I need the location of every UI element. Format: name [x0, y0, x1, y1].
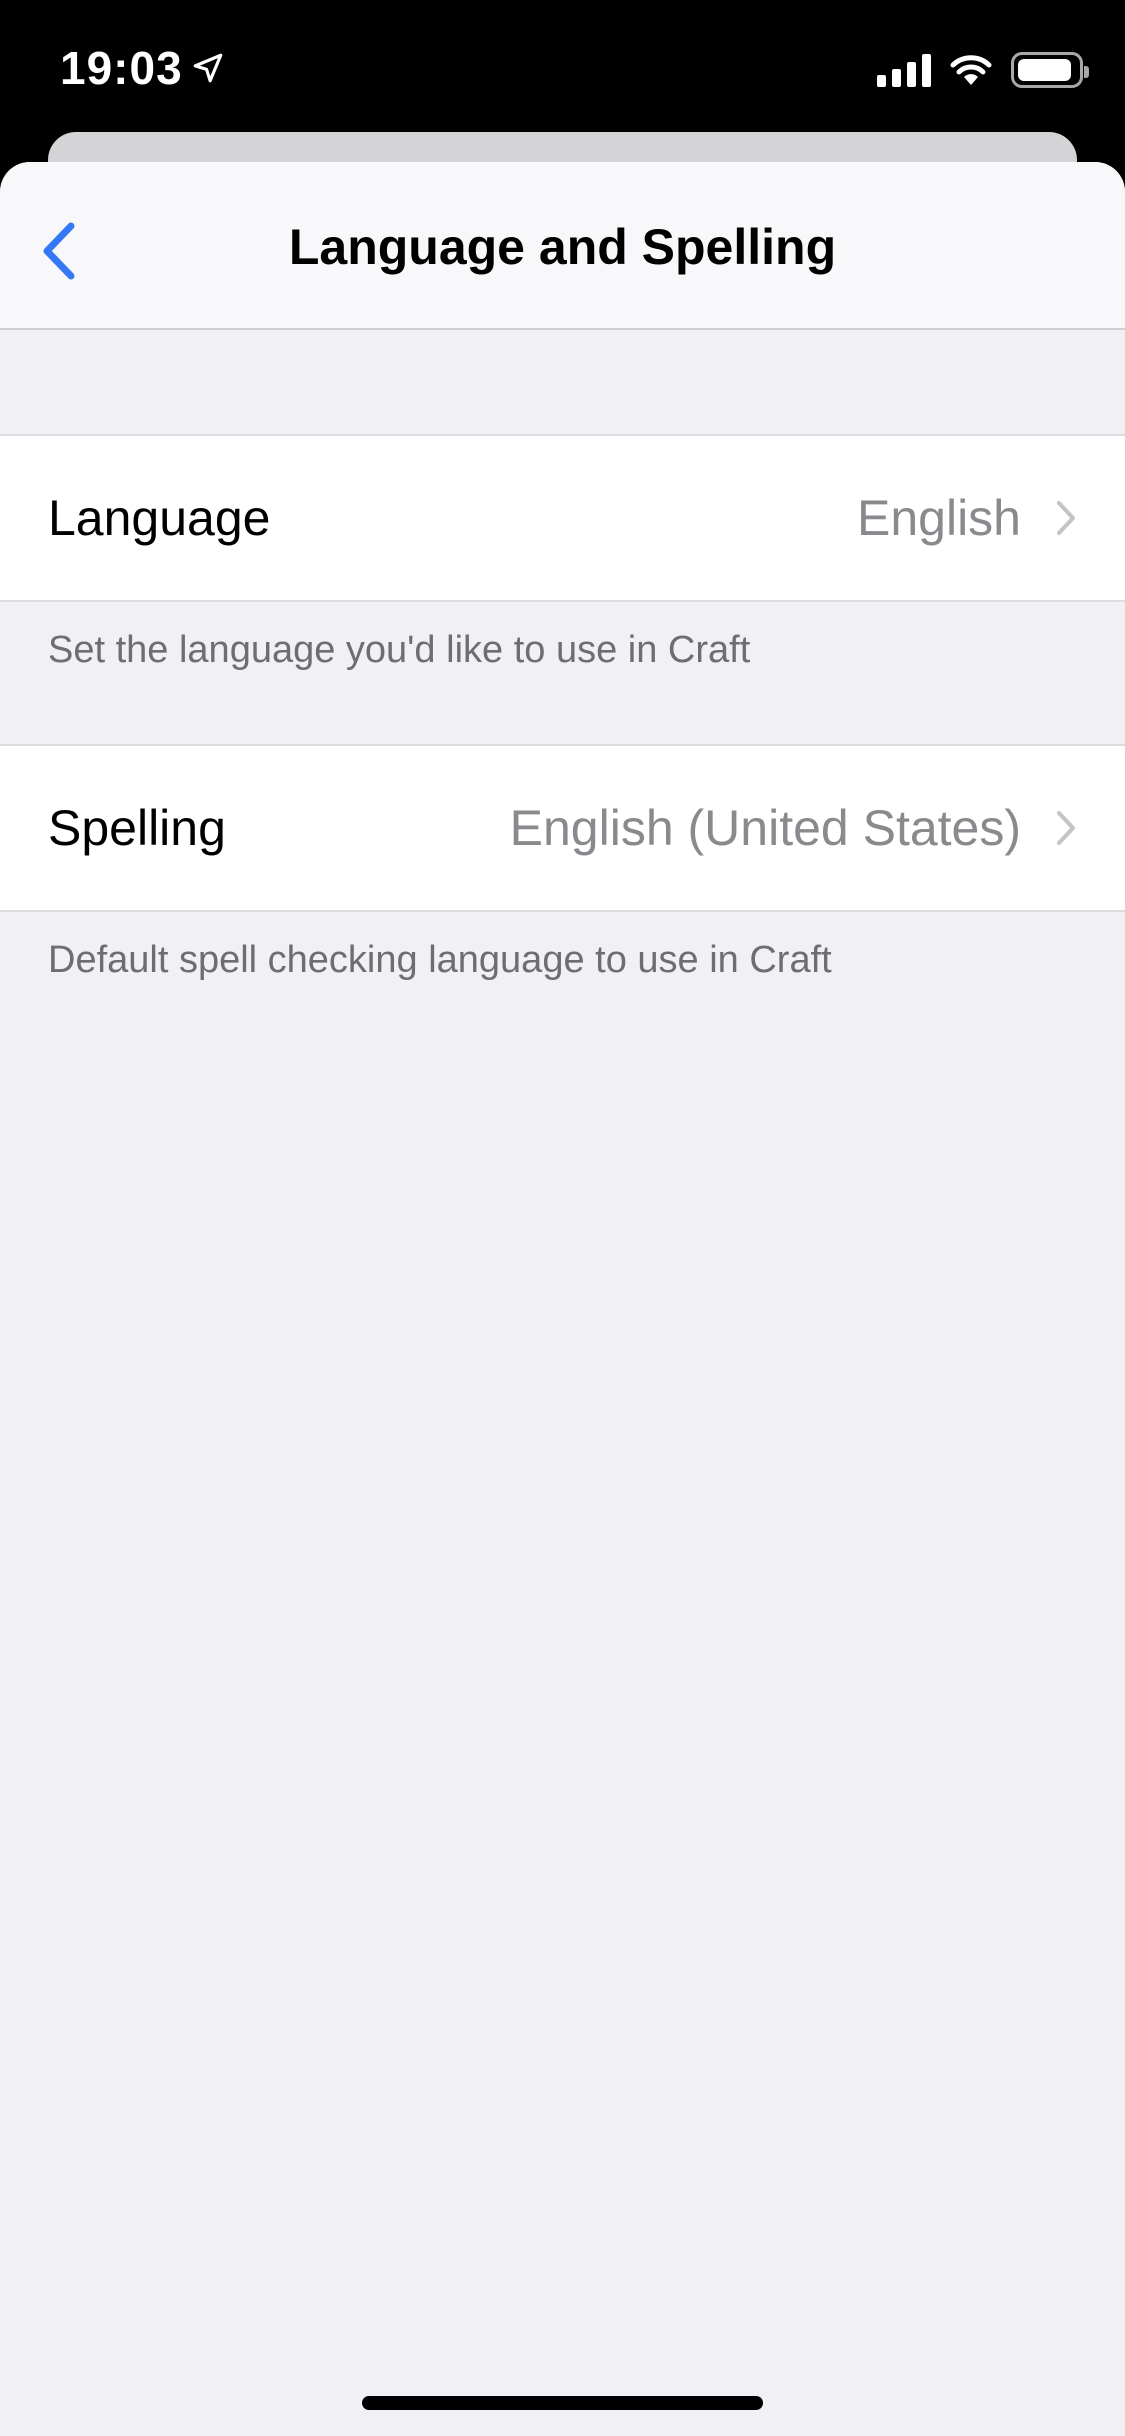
status-bar: 19:03 [0, 0, 1125, 140]
spelling-row[interactable]: Spelling English (United States) [0, 746, 1125, 910]
clock: 19:03 [60, 42, 183, 94]
page-title: Language and Spelling [288, 219, 837, 275]
chevron-right-icon [1057, 811, 1075, 845]
wifi-icon [950, 55, 992, 85]
language-section: Language English [0, 434, 1125, 602]
cellular-signal-icon [877, 53, 931, 87]
status-indicators [877, 46, 1089, 94]
spelling-footnote: Default spell checking language to use i… [48, 939, 832, 981]
language-footnote: Set the language you'd like to use in Cr… [48, 629, 751, 671]
language-row[interactable]: Language English [0, 436, 1125, 600]
battery-icon [1011, 52, 1089, 88]
language-value: English [857, 490, 1021, 546]
status-time: 19:03 [60, 40, 225, 96]
location-arrow-icon [193, 53, 222, 83]
spelling-label: Spelling [48, 800, 226, 856]
language-label: Language [48, 490, 271, 546]
chevron-right-icon [1057, 501, 1075, 535]
settings-sheet: Language and Spelling Language English S… [0, 162, 1125, 2436]
home-indicator[interactable] [362, 2396, 763, 2410]
spelling-value: English (United States) [509, 800, 1021, 856]
navigation-bar: Language and Spelling [0, 162, 1125, 330]
spelling-section: Spelling English (United States) [0, 744, 1125, 912]
